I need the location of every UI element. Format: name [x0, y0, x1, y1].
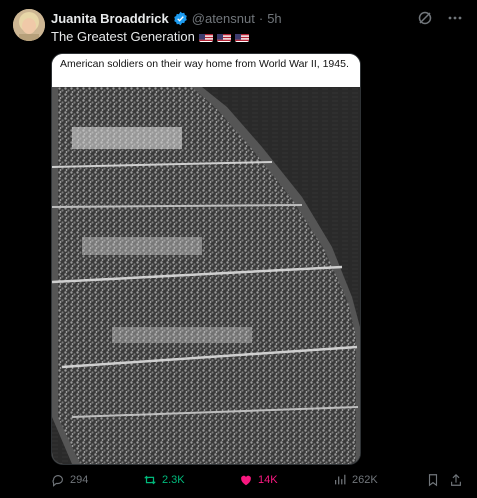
grok-icon[interactable] — [417, 10, 433, 26]
repost-button[interactable]: 2.3K — [143, 473, 185, 487]
separator-dot: · — [258, 10, 264, 26]
bookmark-icon — [428, 474, 438, 487]
post-text: The Greatest Generation — [51, 29, 249, 44]
heart-icon — [241, 475, 251, 486]
post: Juanita Broaddrick @atensnut · 5h The Gr… — [0, 0, 477, 498]
post-media[interactable]: American soldiers on their way home from… — [51, 53, 361, 465]
repost-icon — [144, 475, 156, 485]
bookmark-button[interactable] — [426, 473, 440, 487]
reply-count: 294 — [70, 474, 89, 486]
header-actions — [417, 10, 463, 26]
views-button[interactable]: 262K — [333, 473, 378, 487]
like-count: 14K — [258, 474, 278, 486]
post-header: Juanita Broaddrick @atensnut · 5h — [51, 9, 465, 27]
us-flag-icon — [216, 32, 231, 42]
us-flag-icon — [234, 32, 249, 42]
more-options-icon[interactable] — [447, 10, 463, 26]
views-icon — [335, 474, 346, 485]
reply-icon — [52, 475, 63, 487]
post-text-content: The Greatest Generation — [51, 29, 195, 44]
author-handle[interactable]: @atensnut — [192, 11, 255, 26]
ship-photo[interactable] — [52, 87, 360, 464]
reply-button[interactable]: 294 — [51, 473, 88, 487]
share-icon — [451, 473, 461, 486]
us-flag-icon — [198, 32, 213, 42]
action-bar: 294 2.3K 14K 262K — [51, 472, 465, 488]
repost-count: 2.3K — [162, 474, 185, 486]
media-caption: American soldiers on their way home from… — [52, 54, 360, 87]
author-name[interactable]: Juanita Broaddrick — [51, 11, 169, 26]
like-button[interactable]: 14K — [239, 473, 278, 487]
avatar[interactable] — [13, 9, 45, 41]
views-count: 262K — [352, 474, 378, 486]
verified-badge-icon — [173, 11, 188, 26]
post-time[interactable]: 5h — [267, 11, 281, 26]
share-button[interactable] — [449, 473, 463, 487]
